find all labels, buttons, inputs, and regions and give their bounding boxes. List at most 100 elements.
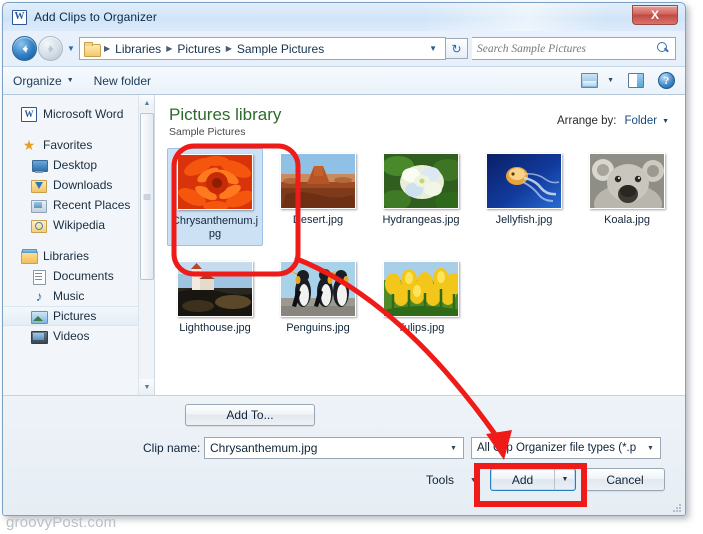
clip-name-input[interactable]: Chrysanthemum.jpg ▼ (204, 437, 464, 459)
libraries-icon (21, 248, 38, 264)
wikipedia-icon (31, 218, 47, 233)
dialog-body: W Microsoft Word ★ Favorites Desktop Dow… (3, 95, 685, 395)
file-name-label: Desert.jpg (292, 214, 344, 226)
sidebar-item-music[interactable]: ♪ Music (3, 286, 138, 306)
file-grid: Chrysanthemum.jpg Desert.jpg Hydrangeas.… (155, 138, 685, 349)
sidebar-item-label: Desktop (53, 158, 98, 172)
thumbnail-wrap (279, 151, 357, 209)
file-item-chrysanthemum[interactable]: Chrysanthemum.jpg (167, 148, 263, 246)
file-item-penguins[interactable]: Penguins.jpg (270, 256, 366, 339)
chevron-down-icon[interactable]: ▼ (555, 476, 575, 483)
scroll-down-icon[interactable]: ▼ (139, 379, 154, 395)
music-icon: ♪ (35, 287, 43, 304)
file-type-value: All Clip Organizer file types (*.p (477, 442, 637, 454)
watermark: groovyPost.com (6, 514, 117, 531)
help-button[interactable]: ? (658, 72, 675, 89)
library-header: Pictures library Sample Pictures Arrange… (155, 95, 685, 138)
add-button[interactable]: Add ▼ (490, 468, 576, 491)
breadcrumb[interactable]: ▶ Libraries ▶ Pictures ▶ Sample Pictures… (79, 37, 446, 60)
resize-grip-icon[interactable] (672, 503, 682, 513)
thumbnail-wrap (382, 151, 460, 209)
close-button[interactable]: X (632, 5, 678, 25)
folder-icon (84, 42, 101, 57)
refresh-icon[interactable]: ↻ (446, 38, 468, 59)
file-item-desert[interactable]: Desert.jpg (270, 148, 366, 246)
chevron-down-icon[interactable]: ▼ (470, 477, 477, 484)
nav-group-gap (3, 124, 138, 135)
file-name-label: Koala.jpg (604, 214, 650, 226)
sidebar-item-recent-places[interactable]: Recent Places (3, 195, 138, 215)
file-item-hydrangeas[interactable]: Hydrangeas.jpg (373, 148, 469, 246)
word-icon: W (21, 106, 37, 122)
file-item-jellyfish[interactable]: Jellyfish.jpg (476, 148, 572, 246)
search-input[interactable]: Search Sample Pictures (472, 37, 676, 60)
chevron-down-icon[interactable]: ▼ (662, 118, 669, 125)
sidebar-item-documents[interactable]: Documents (3, 266, 138, 286)
breadcrumb-item-libraries[interactable]: Libraries (112, 42, 164, 56)
file-name-label: Tulips.jpg (397, 322, 445, 334)
thumbnail-koala (589, 153, 665, 209)
star-icon: ★ (22, 136, 36, 153)
sidebar-item-label: Documents (53, 269, 114, 283)
recent-places-icon (31, 198, 47, 213)
scroll-up-icon[interactable]: ▲ (139, 95, 154, 111)
sidebar-item-favorites[interactable]: ★ Favorites (3, 135, 138, 155)
arrange-by-control[interactable]: Arrange by: Folder ▼ (557, 105, 673, 127)
add-to-button[interactable]: Add To... (185, 404, 315, 426)
page-title: Pictures library (169, 105, 282, 124)
new-folder-button[interactable]: New folder (94, 74, 151, 88)
file-item-tulips[interactable]: Tulips.jpg (373, 256, 469, 339)
scrollbar-thumb[interactable] (140, 113, 154, 280)
sidebar-item-label: Downloads (53, 178, 113, 192)
sidebar-item-label: Music (53, 289, 85, 303)
sidebar-item-label: Wikipedia (53, 218, 106, 232)
thumbnail-lighthouse (177, 261, 253, 317)
file-item-koala[interactable]: Koala.jpg (579, 148, 675, 246)
nav-group-gap (3, 235, 138, 246)
chevron-down-icon: ▼ (66, 77, 74, 84)
chevron-down-icon[interactable]: ▼ (423, 44, 443, 53)
breadcrumb-item-sample-pictures[interactable]: Sample Pictures (234, 42, 327, 56)
sidebar-item-downloads[interactable]: Downloads (3, 175, 138, 195)
history-dropdown-icon[interactable]: ▼ (63, 44, 79, 53)
thumbnail-hydrangeas (383, 153, 459, 209)
scrollbar-grip-icon (143, 194, 151, 199)
thumbnail-tulips (383, 261, 459, 317)
thumbnail-wrap (382, 259, 460, 317)
file-type-select[interactable]: All Clip Organizer file types (*.p ▼ (471, 437, 661, 459)
back-arrow-icon[interactable] (12, 36, 37, 61)
forward-arrow-icon[interactable] (38, 36, 63, 61)
arrange-by-value[interactable]: Folder (624, 115, 657, 127)
file-name-label: Chrysanthemum.jpg (171, 215, 259, 240)
library-title-block: Pictures library Sample Pictures (169, 105, 281, 138)
sidebar-item-microsoft-word[interactable]: W Microsoft Word (3, 104, 138, 124)
thumbnail-jellyfish (486, 153, 562, 209)
sidebar-item-libraries[interactable]: Libraries (3, 246, 138, 266)
sidebar-item-wikipedia[interactable]: Wikipedia (3, 215, 138, 235)
breadcrumb-item-pictures[interactable]: Pictures (174, 42, 223, 56)
cancel-button[interactable]: Cancel (585, 468, 665, 491)
chevron-down-icon[interactable]: ▼ (643, 445, 658, 452)
tools-button[interactable]: Tools (426, 473, 454, 487)
command-bar: Organize ▼ New folder ▼ ? (3, 66, 685, 95)
thumbnail-wrap (176, 152, 254, 210)
organize-button[interactable]: Organize ▼ (13, 74, 74, 88)
file-item-lighthouse[interactable]: Lighthouse.jpg (167, 256, 263, 339)
chevron-down-icon[interactable]: ▼ (446, 445, 461, 452)
sidebar-item-label: Pictures (53, 309, 97, 323)
preview-pane-icon (628, 73, 644, 88)
sidebar-item-videos[interactable]: Videos (3, 326, 138, 346)
clip-name-label: Clip name: (143, 441, 201, 455)
add-clips-dialog: W Add Clips to Organizer X ▼ ▶ Libraries… (2, 2, 686, 516)
preview-pane-button[interactable] (628, 73, 644, 88)
add-button-label: Add (511, 472, 534, 487)
arrange-by-label: Arrange by: (557, 115, 617, 127)
page-subtitle: Sample Pictures (169, 126, 246, 138)
sidebar-item-pictures[interactable]: Pictures (3, 306, 138, 326)
navigation-scrollbar[interactable]: ▲ ▼ (138, 95, 154, 395)
view-layout-icon (581, 73, 599, 88)
change-view-button[interactable]: ▼ (581, 73, 614, 88)
sidebar-item-desktop[interactable]: Desktop (3, 155, 138, 175)
sidebar-item-label: Microsoft Word (43, 107, 124, 121)
thumbnail-wrap (588, 151, 666, 209)
